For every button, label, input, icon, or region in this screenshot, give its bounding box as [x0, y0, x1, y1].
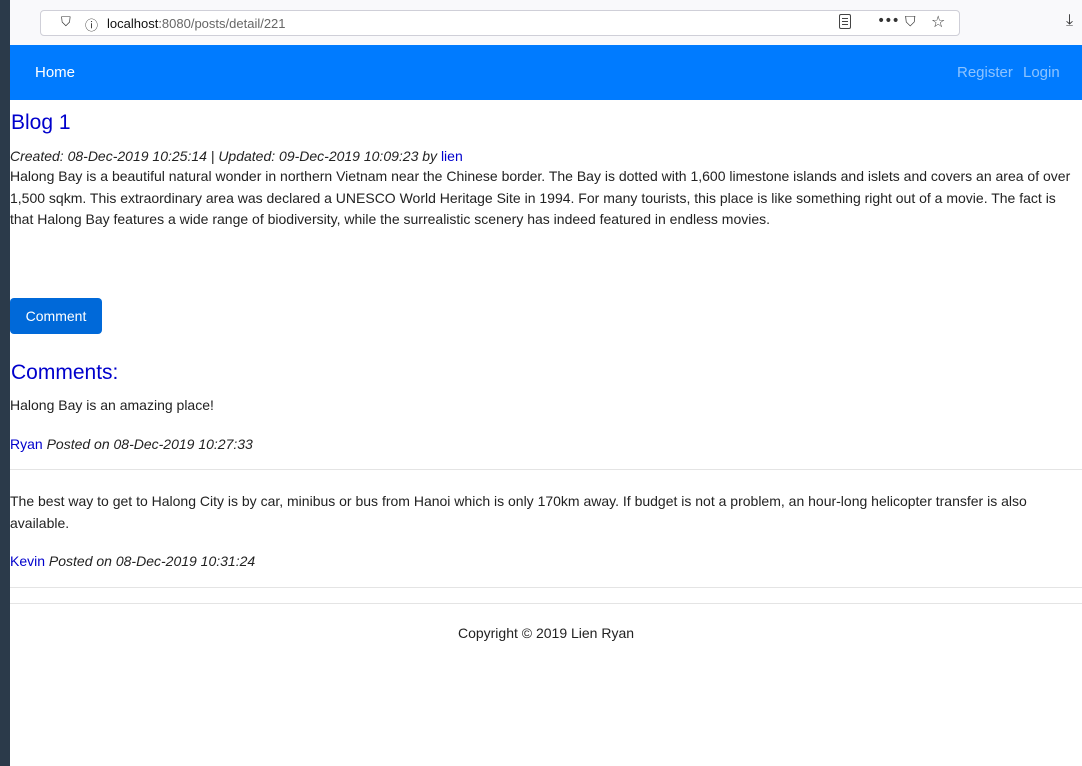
footer-copyright: Copyright © 2019 Lien Ryan	[457, 625, 635, 641]
comments-heading: Comments:	[11, 361, 119, 384]
url-text[interactable]: localhost:8080/posts/detail/221	[107, 16, 286, 31]
comment-divider	[10, 469, 1082, 470]
post-title: Blog 1	[11, 111, 71, 134]
post-content: Halong Bay is a beautiful natural wonder…	[10, 168, 1071, 227]
comment-author-link[interactable]: Kevin	[10, 553, 45, 569]
bookmark-star-icon[interactable]: ☆	[931, 12, 945, 31]
comment-divider	[10, 587, 1082, 588]
page-body	[10, 0, 1082, 766]
comment-timestamp: Posted on 08-Dec-2019 10:31:24	[45, 553, 256, 569]
post-meta: Created: 08-Dec-2019 10:25:14 | Updated:…	[10, 148, 463, 164]
browser-toolbar: ⛉ ⓘ localhost:8080/posts/detail/221 ••• …	[10, 0, 1082, 45]
comment-button[interactable]: Comment	[10, 298, 102, 334]
nav-home-link[interactable]: Home	[35, 64, 75, 81]
nav-register-link[interactable]: Register	[957, 64, 1013, 81]
nav-login-link[interactable]: Login	[1023, 64, 1060, 81]
comment-author-link[interactable]: Ryan	[10, 436, 43, 452]
comment-meta: Kevin Posted on 08-Dec-2019 10:31:24	[10, 553, 255, 569]
reader-view-icon[interactable]	[839, 14, 851, 29]
footer-divider	[10, 603, 1082, 604]
pocket-icon[interactable]: ⛉	[905, 14, 916, 30]
url-path: :8080/posts/detail/221	[158, 16, 286, 31]
comment-text: The best way to get to Halong City is by…	[10, 493, 1027, 531]
post-meta-dates: Created: 08-Dec-2019 10:25:14 | Updated:…	[10, 148, 441, 164]
shield-icon[interactable]: ⛉	[61, 15, 71, 30]
comment-timestamp: Posted on 08-Dec-2019 10:27:33	[42, 436, 253, 452]
navbar: Home Register Login	[10, 45, 1082, 100]
post-author-link[interactable]: lien	[441, 148, 463, 164]
address-bar[interactable]: ⛉ ⓘ localhost:8080/posts/detail/221 ••• …	[40, 10, 960, 36]
url-host: localhost	[107, 16, 159, 31]
download-icon[interactable]: ⤓	[1066, 10, 1073, 30]
comment-text: Halong Bay is an amazing place!	[10, 397, 214, 413]
comment-meta: Ryan Posted on 08-Dec-2019 10:27:33	[10, 436, 253, 452]
more-actions-icon[interactable]: •••	[877, 13, 900, 29]
info-icon[interactable]: ⓘ	[85, 15, 98, 34]
